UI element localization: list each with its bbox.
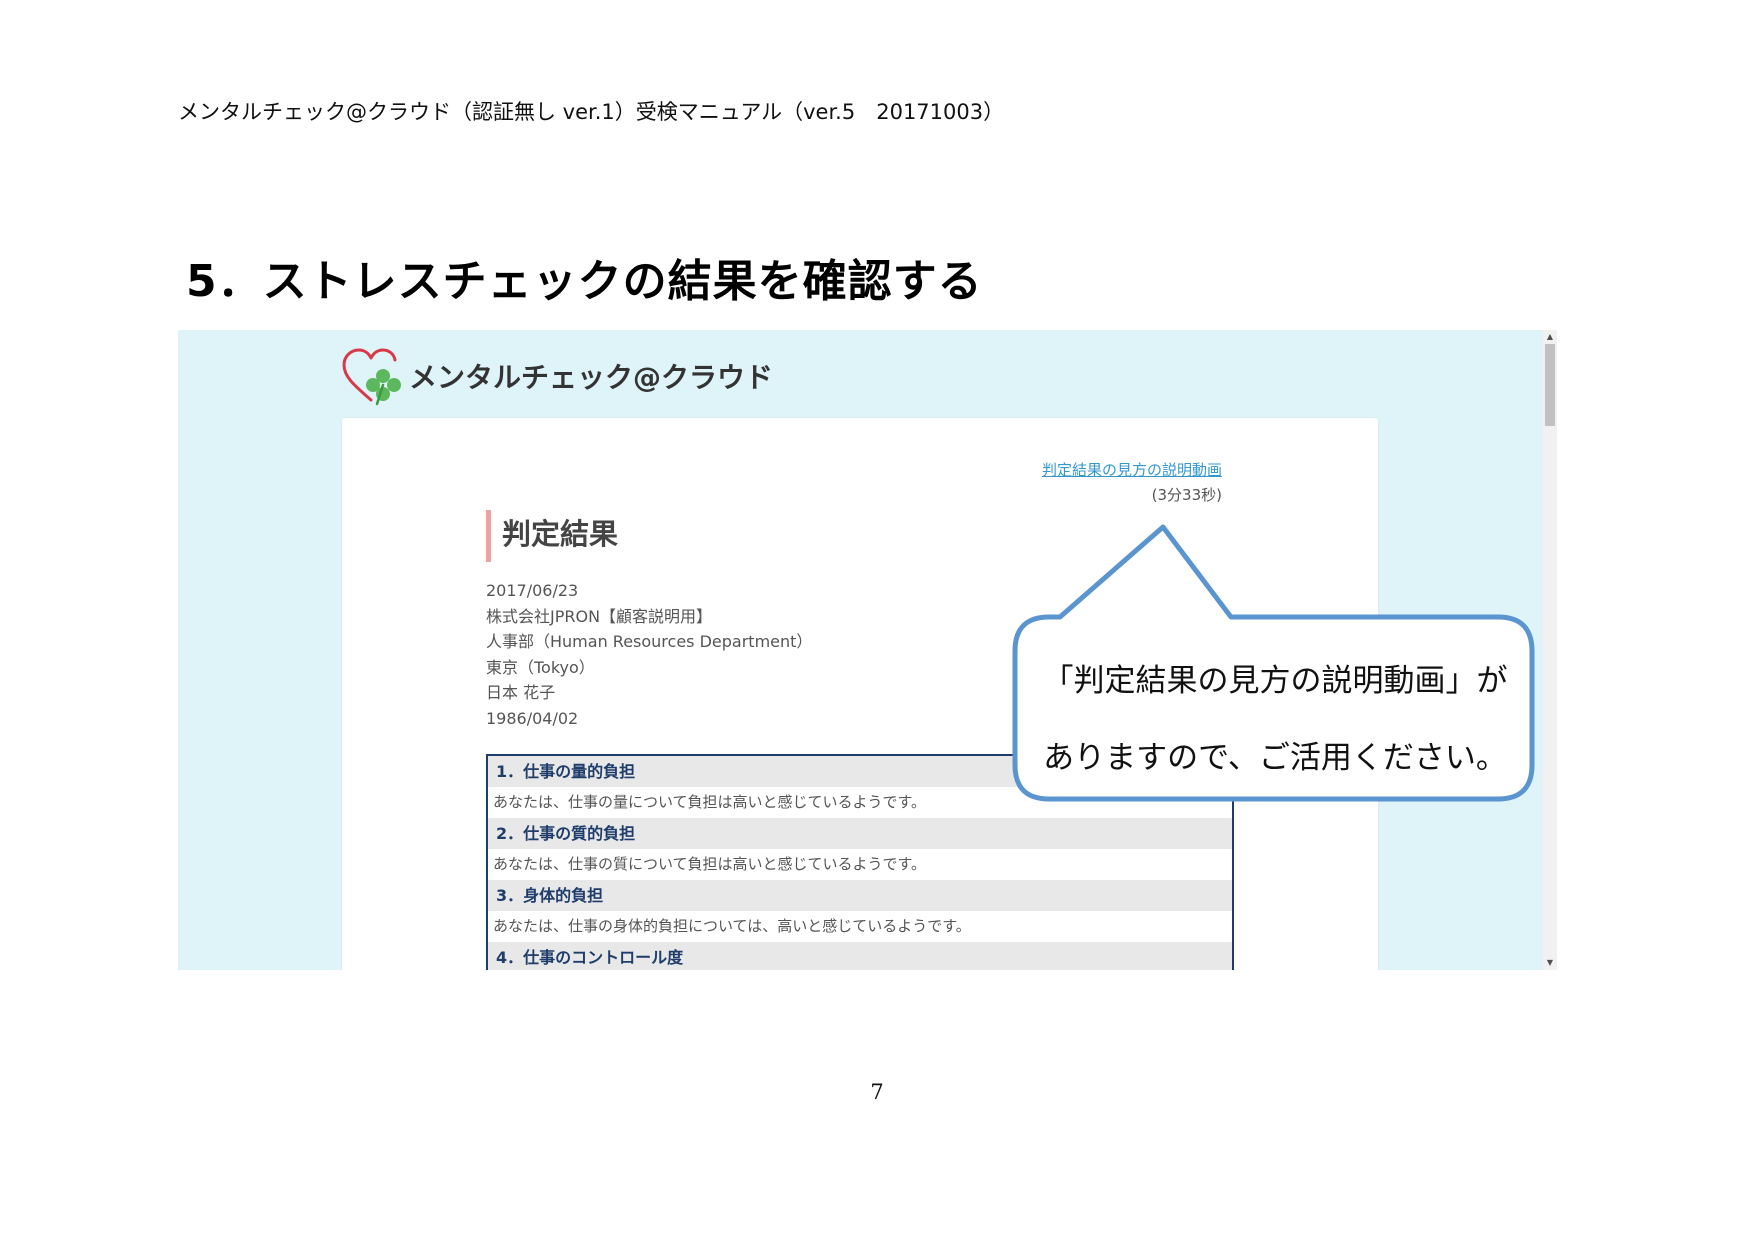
explanation-video-link[interactable]: 判定結果の見方の説明動画	[1042, 459, 1222, 480]
callout-text-line1: 「判定結果の見方の説明動画」が	[1042, 663, 1508, 699]
document-header: メンタルチェック@クラウド（認証無し ver.1）受検マニュアル（ver.5 2…	[178, 100, 1005, 124]
vertical-scrollbar[interactable]: ▲ ▼	[1543, 330, 1557, 970]
video-duration: (3分33秒)	[1151, 486, 1222, 504]
result-item-heading: 2．仕事の質的負担	[488, 818, 1232, 849]
page-number: 7	[870, 1080, 884, 1104]
scroll-thumb[interactable]	[1545, 344, 1555, 426]
logo-text: メンタルチェック@クラウド	[409, 361, 774, 394]
result-item-text: あなたは、仕事の量について負担は高いと感じているようです。	[488, 787, 1232, 818]
meta-name: 日本 花子	[486, 683, 556, 702]
section-title: 5．ストレスチェックの結果を確認する	[186, 256, 983, 307]
app-screenshot: メンタルチェック@クラウド 判定結果の見方の説明動画 (3分33秒) 判定結果 …	[178, 330, 1557, 970]
meta-department: 人事部（Human Resources Department）	[486, 632, 813, 651]
result-item-text: あなたは、仕事の質について負担は高いと感じているようです。	[488, 849, 1232, 880]
meta-birthdate: 1986/04/02	[486, 708, 579, 728]
result-item-heading: 4．仕事のコントロール度	[488, 942, 1232, 970]
meta-location: 東京（Tokyo）	[486, 657, 595, 677]
app-logo[interactable]: メンタルチェック@クラウド	[341, 346, 773, 406]
scroll-up-arrow-icon[interactable]: ▲	[1543, 330, 1557, 344]
meta-date: 2017/06/23	[486, 581, 579, 600]
callout-text-line2: ありますので、ご活用ください。	[1043, 740, 1507, 776]
scroll-down-arrow-icon[interactable]: ▼	[1543, 956, 1557, 970]
result-item-text: あなたは、仕事の身体的負担については、高いと感じているようです。	[488, 911, 1232, 942]
result-heading: 判定結果	[486, 510, 618, 562]
results-table: 1．仕事の量的負担 あなたは、仕事の量について負担は高いと感じているようです。 …	[486, 754, 1234, 970]
meta-company: 株式会社JPRON【顧客説明用】	[486, 606, 713, 626]
result-meta: 2017/06/23 株式会社JPRON【顧客説明用】 人事部（Human Re…	[486, 578, 812, 731]
result-item-heading: 3．身体的負担	[488, 880, 1232, 911]
heart-clover-icon	[342, 348, 401, 406]
